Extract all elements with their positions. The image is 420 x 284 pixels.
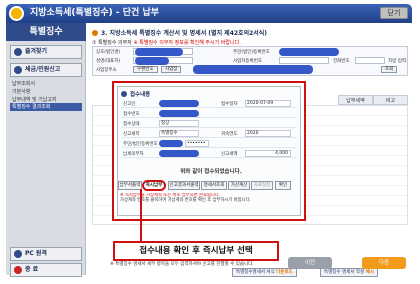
dialog-row: 주민/법인등록번호 •••••••: [121, 140, 297, 148]
redacted-value: [279, 48, 339, 56]
sidebar-item-result[interactable]: 특별징수 결과조회: [10, 103, 82, 111]
withholder-form: 상호(법인명) 성명(대표자) 사업장주소 우편번호 사업장 주민(법인)등록번…: [92, 46, 408, 76]
row-label: 귀속연도: [221, 132, 238, 137]
document-icon: [14, 66, 22, 74]
monitor-icon: [14, 250, 22, 258]
form-label: 사업자등록번호: [233, 59, 262, 64]
title-bar: 지방소득세(특별징수) - 단건 납부 닫기: [6, 4, 412, 23]
view-statement-button[interactable]: 명세서조회: [201, 181, 227, 190]
redacted-address: [193, 65, 313, 74]
example-button[interactable]: 특별징수 명세서 작성 예시: [320, 268, 378, 277]
row-label: 납세의무자: [123, 152, 144, 157]
redacted-value: [135, 48, 183, 56]
sidebar: 특별징수 즐겨찾기 세금/민원신고 납부조회서 기본사항 납부내역 및 기납고지…: [6, 23, 86, 277]
star-icon: [14, 48, 22, 56]
app-window: 지방소득세(특별징수) - 단건 납부 닫기 특별징수 즐겨찾기 세금/민원신고…: [0, 0, 420, 284]
page-title-text: 3. 지방소득세 특별징수 계산서 및 명세서 (별지 제42호의2서식): [101, 30, 268, 37]
dialog-header-text: 접수내용: [130, 92, 151, 98]
workplace-button[interactable]: 사업장: [161, 66, 182, 73]
print-result-button[interactable]: 신고결과서출력: [168, 181, 200, 190]
link-button-label: 특별징수 명세서 작성: [324, 270, 365, 275]
row-value: 특별징수: [159, 130, 199, 137]
row-label: 신고인: [123, 102, 136, 107]
form-label: 상호(법인명): [96, 50, 121, 55]
app-logo-icon: [9, 6, 24, 21]
warning-line: 가상계좌 번호를 클릭하여 가상계좌 번호를 확인 후 납부하시기 바랍니다.: [120, 198, 251, 203]
column-header-tax: 납부세액: [338, 95, 373, 105]
dialog-header: 접수내용: [121, 90, 150, 98]
instruction-callout: 접수내용 확인 후 즉시납부 선택: [113, 241, 279, 261]
row-label: 주민/법인등록번호: [123, 142, 158, 147]
row-label: 접수번호: [123, 112, 140, 117]
bottom-note: ※ 특별징수 명세서 세부 항목을 모두 입력하셔야 신고를 진행할 수 있습니…: [110, 262, 254, 267]
close-button[interactable]: 닫기: [380, 7, 408, 19]
redacted-value: [159, 100, 199, 107]
sidebar-item-basic[interactable]: 기본사항: [12, 88, 30, 95]
row-value: 2020-07-09: [245, 100, 291, 107]
exit-button[interactable]: 종 료: [10, 263, 82, 277]
column-header-note: 비고: [373, 95, 408, 105]
callout-connector: [140, 189, 142, 242]
dialog-row: 신고인 접수일자 2020-07-09: [121, 100, 297, 108]
link-button-label: 특별징수명세서 서식: [236, 270, 275, 275]
row-value: 2020: [245, 130, 291, 137]
link-button-suffix: 예시: [365, 270, 374, 275]
form-download-button[interactable]: 특별징수명세서 서식 다운로드: [232, 268, 297, 277]
form-label: 전화번호: [333, 59, 350, 64]
prev-button[interactable]: 이전: [288, 257, 332, 269]
dialog-row: 접수번호: [121, 110, 297, 118]
page-title: 3. 지방소득세 특별징수 계산서 및 명세서 (별지 제42호의2서식): [92, 28, 267, 37]
lookup-button[interactable]: 조회: [381, 66, 398, 73]
dialog-button-row: 납부서출력 즉시납부 신고결과서출력 명세서조회 가산계산 자료정정 확인: [118, 180, 298, 193]
window-title: 지방소득세(특별징수) - 단건 납부: [30, 8, 160, 18]
instant-pay-button[interactable]: 즉시납부: [142, 180, 166, 191]
redacted-value: [159, 110, 199, 117]
side-badge: 지방 입력: [388, 59, 406, 64]
confirm-button[interactable]: 확인: [275, 181, 291, 190]
surcharge-button[interactable]: 가산계산: [228, 181, 250, 190]
phone-field[interactable]: [355, 57, 385, 64]
sidebar-button-favorites[interactable]: 즐겨찾기: [10, 45, 82, 59]
sidebar-button-label: PC 원격: [25, 250, 47, 257]
row-label: 접수상태: [123, 122, 140, 127]
next-button[interactable]: 다음: [362, 257, 406, 269]
row-value: 4,000: [245, 150, 291, 157]
redacted-value: [159, 150, 199, 157]
row-value: 정상: [159, 120, 199, 127]
zipcode-button[interactable]: 우편번호: [133, 66, 158, 73]
business-number-field[interactable]: [279, 57, 329, 64]
redacted-value: [135, 57, 169, 65]
row-label: 접수일자: [221, 102, 238, 107]
dialog-row: 납세의무자 신고세액 4,000: [121, 150, 297, 158]
dialog-row: 접수상태 정상: [121, 120, 297, 128]
masked-value: •••••••: [185, 140, 209, 147]
section-note: ① 특별징수 의무자 ※ 특별징수 의무자 정보를 확인해 주시기 바랍니다.: [92, 39, 241, 46]
sidebar-item-receipt[interactable]: 납부조회서: [12, 80, 35, 87]
sidebar-item-history[interactable]: 납부내역 및 기납고지: [12, 96, 57, 103]
row-label: 신고세목: [123, 132, 140, 137]
link-button-suffix: 다운로드: [276, 270, 293, 275]
sidebar-button-label: 세금/민원신고: [25, 66, 61, 73]
sidebar-button-label: 종 료: [25, 266, 39, 273]
dialog-row: 신고세목 특별징수 귀속연도 2020: [121, 130, 297, 138]
remote-pc-button[interactable]: PC 원격: [10, 247, 82, 261]
form-label: 성명(대표자): [96, 59, 121, 64]
dialog-warnings: ※ 즉시납부를 가상계좌 또는 바로 납부되면 완료됩니다. 가상계좌 번호를 …: [120, 193, 300, 203]
correct-data-button[interactable]: 자료정정: [251, 181, 273, 190]
redacted-value: [159, 140, 183, 147]
sidebar-button-report[interactable]: 세금/민원신고: [10, 63, 82, 77]
form-label: 사업장주소: [96, 68, 117, 73]
dialog-message: 위와 같이 접수되었습니다.: [180, 169, 242, 175]
row-label: 신고세액: [221, 152, 238, 157]
sidebar-button-label: 즐겨찾기: [25, 48, 48, 55]
print-payment-button[interactable]: 납부서출력: [118, 181, 142, 190]
info-icon: [121, 91, 127, 97]
form-label: 주민(법인)등록번호: [233, 50, 270, 55]
sidebar-header: 특별징수: [6, 23, 86, 41]
step-bullet-icon: [92, 30, 98, 36]
power-icon: [14, 266, 22, 274]
